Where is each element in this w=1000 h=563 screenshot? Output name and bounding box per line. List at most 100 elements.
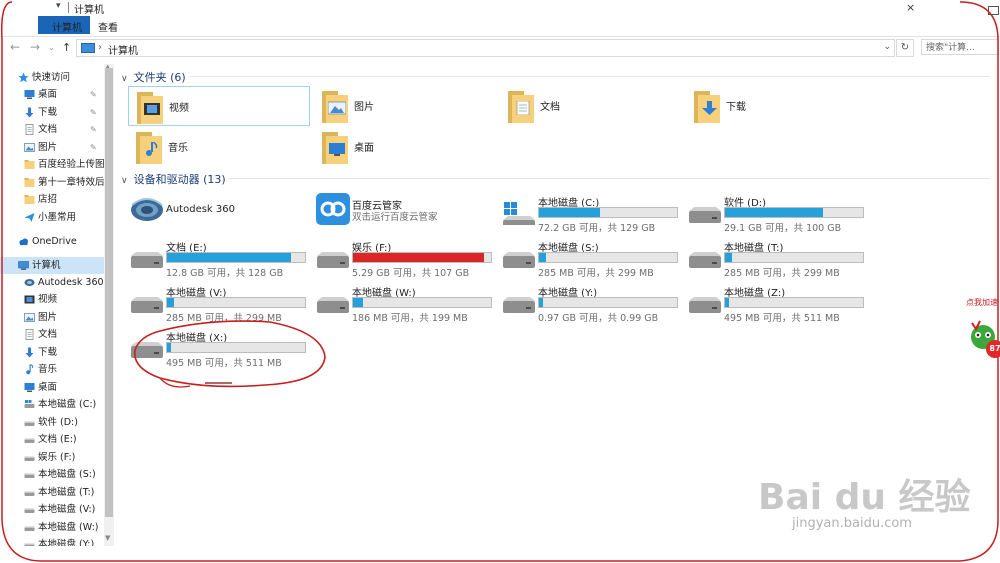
nav-item[interactable]: 软件 (D:)	[0, 414, 104, 431]
computer-icon	[81, 43, 95, 53]
nav-item[interactable]: 桌面 ✎	[0, 86, 104, 103]
drive-tile[interactable]: 软件 (D:) 29.1 GB 可用，共 100 GB	[686, 191, 872, 234]
pin-icon[interactable]: ✎	[90, 121, 97, 138]
drive-tile[interactable]: 文档 (E:) 12.8 GB 可用，共 128 GB	[128, 236, 314, 279]
nav-item[interactable]: 本地磁盘 (Y:)	[0, 536, 104, 546]
drive-tile[interactable]: 本地磁盘 (W:) 186 MB 可用，共 199 MB	[314, 281, 500, 324]
folder-tile[interactable]: 视频	[128, 86, 310, 126]
drive-icon	[317, 297, 349, 313]
nav-item[interactable]: 视频	[0, 291, 104, 308]
watermark-title: Bai du 经验	[758, 477, 971, 518]
folder-name: 音乐	[168, 143, 188, 154]
recent-dropdown-icon[interactable]: ⌄	[48, 43, 55, 52]
search-input[interactable]: 搜索"计算...	[921, 39, 999, 55]
up-icon[interactable]: ↑	[62, 41, 71, 54]
folder-tile[interactable]: 下载	[686, 86, 868, 126]
nav-item[interactable]: 图片 ✎	[0, 139, 104, 156]
devices-group-title: 设备和驱动器 (13)	[133, 173, 226, 186]
close-icon[interactable]: ×	[906, 1, 915, 14]
nav-item[interactable]: 计算机	[0, 257, 104, 274]
pin-icon[interactable]: ✎	[90, 139, 97, 156]
send-icon	[24, 212, 35, 223]
drive-tile[interactable]: 本地磁盘 (T:) 285 MB 可用，共 299 MB	[686, 236, 872, 279]
nav-item[interactable]: 百度经验上传图...	[0, 156, 104, 173]
nav-item[interactable]: 本地磁盘 (C:)	[0, 396, 104, 413]
star-icon	[18, 72, 29, 83]
scroll-down-icon[interactable]: ▼	[105, 534, 110, 542]
drive-icon	[131, 342, 163, 358]
drive-usage-bar	[352, 297, 492, 308]
nav-item[interactable]: 图片	[0, 309, 104, 326]
nav-item[interactable]: 店招	[0, 191, 104, 208]
folder-tile[interactable]: 音乐	[128, 127, 310, 167]
nav-item[interactable]: 本地磁盘 (T:)	[0, 484, 104, 501]
nav-item[interactable]: 快速访问	[0, 69, 104, 86]
collapse-chevron-icon[interactable]: ∨	[121, 74, 128, 84]
drive-tile[interactable]: 本地磁盘 (Y:) 0.97 GB 可用，共 0.99 GB	[500, 281, 686, 324]
drive-tile[interactable]: 本地磁盘 (S:) 285 MB 可用，共 299 MB	[500, 236, 686, 279]
folders-group-header[interactable]: ∨ 文件夹 (6)	[121, 69, 186, 85]
nav-item[interactable]: 下载 ✎	[0, 104, 104, 121]
nav-item[interactable]: 娱乐 (F:)	[0, 449, 104, 466]
drive-tile[interactable]: 娱乐 (F:) 5.29 GB 可用，共 107 GB	[314, 236, 500, 279]
nav-item-label: 桌面	[38, 89, 58, 100]
scrollbar-thumb[interactable]	[105, 68, 113, 517]
folder-icon	[24, 177, 35, 188]
nav-item[interactable]: Autodesk 360	[0, 274, 104, 291]
address-dropdown-icon[interactable]: ⌄	[883, 42, 891, 52]
nav-item[interactable]: 小墨常用	[0, 209, 104, 226]
nav-item-label: Autodesk 360	[38, 277, 104, 288]
nav-item-label: 软件 (D:)	[38, 417, 78, 428]
video-folder-icon	[137, 92, 163, 124]
nav-item[interactable]: 音乐	[0, 361, 104, 378]
nav-item[interactable]: 第十一章特效后...	[0, 174, 104, 191]
nav-item-label: 本地磁盘 (S:)	[38, 469, 96, 480]
nav-item[interactable]: 本地磁盘 (S:)	[0, 466, 104, 483]
refresh-button[interactable]: ↻	[896, 39, 914, 57]
nav-item[interactable]: 本地磁盘 (V:)	[0, 501, 104, 518]
forward-icon[interactable]: →	[30, 40, 40, 54]
nav-item[interactable]: OneDrive	[0, 233, 104, 250]
maximize-icon[interactable]	[988, 6, 999, 15]
folder-name: 下载	[726, 102, 746, 113]
breadcrumb-computer[interactable]: 计算机	[108, 42, 138, 57]
drive-tile[interactable]: 本地磁盘 (C:) 72.2 GB 可用，共 129 GB	[500, 191, 686, 234]
baidu-cloud-item[interactable]: 百度云管家 双击运行百度云管家	[314, 191, 500, 231]
pin-icon[interactable]: ✎	[90, 104, 97, 121]
drive-icon	[24, 452, 35, 463]
back-icon[interactable]: ←	[10, 40, 20, 54]
address-bar[interactable]: › 计算机 ⌄	[76, 39, 895, 57]
pin-icon[interactable]: ✎	[90, 86, 97, 103]
drive-tile[interactable]: 本地磁盘 (V:) 285 MB 可用，共 299 MB	[128, 281, 314, 324]
folder-tile[interactable]: 桌面	[314, 127, 496, 167]
collapse-chevron-icon[interactable]: ∨	[121, 176, 128, 186]
desktop-folder-icon	[322, 132, 348, 164]
tab-computer[interactable]: 计算机	[52, 19, 82, 34]
drive-usage-fill	[539, 253, 546, 262]
drive-tile[interactable]: 本地磁盘 (X:) 495 MB 可用，共 511 MB	[128, 326, 314, 369]
devices-group-header[interactable]: ∨ 设备和驱动器 (13)	[121, 171, 226, 187]
computer-icon	[18, 260, 29, 271]
nav-item[interactable]: 桌面	[0, 379, 104, 396]
breadcrumb-chevron-icon[interactable]: ›	[98, 42, 102, 53]
drive-icon	[24, 434, 35, 445]
drive-usage-fill	[539, 208, 600, 217]
nav-item[interactable]: 本地磁盘 (W:)	[0, 519, 104, 536]
folder-tile[interactable]: 文档	[500, 86, 682, 126]
nav-scrollbar[interactable]: ▲ ▼	[104, 63, 114, 546]
download-arrow-icon	[24, 107, 35, 118]
folder-tile[interactable]: 图片	[314, 86, 496, 126]
nav-item-label: OneDrive	[32, 236, 77, 247]
nav-item-label: 本地磁盘 (W:)	[38, 522, 99, 533]
drive-usage-bar	[538, 207, 678, 218]
autodesk-360-item[interactable]: Autodesk 360	[128, 191, 314, 231]
drive-tile[interactable]: 本地磁盘 (Z:) 495 MB 可用，共 511 MB	[686, 281, 872, 324]
nav-item[interactable]: 下载	[0, 344, 104, 361]
tab-view[interactable]: 查看	[98, 19, 118, 34]
quick-access-dropdown-icon[interactable]: ▾	[56, 1, 61, 11]
nav-item[interactable]: 文档 ✎	[0, 121, 104, 138]
nav-item-label: 文档	[38, 329, 58, 340]
nav-item[interactable]: 文档	[0, 326, 104, 343]
nav-item[interactable]: 文档 (E:)	[0, 431, 104, 448]
speedup-widget[interactable]: 点我加速 87	[962, 295, 1000, 370]
